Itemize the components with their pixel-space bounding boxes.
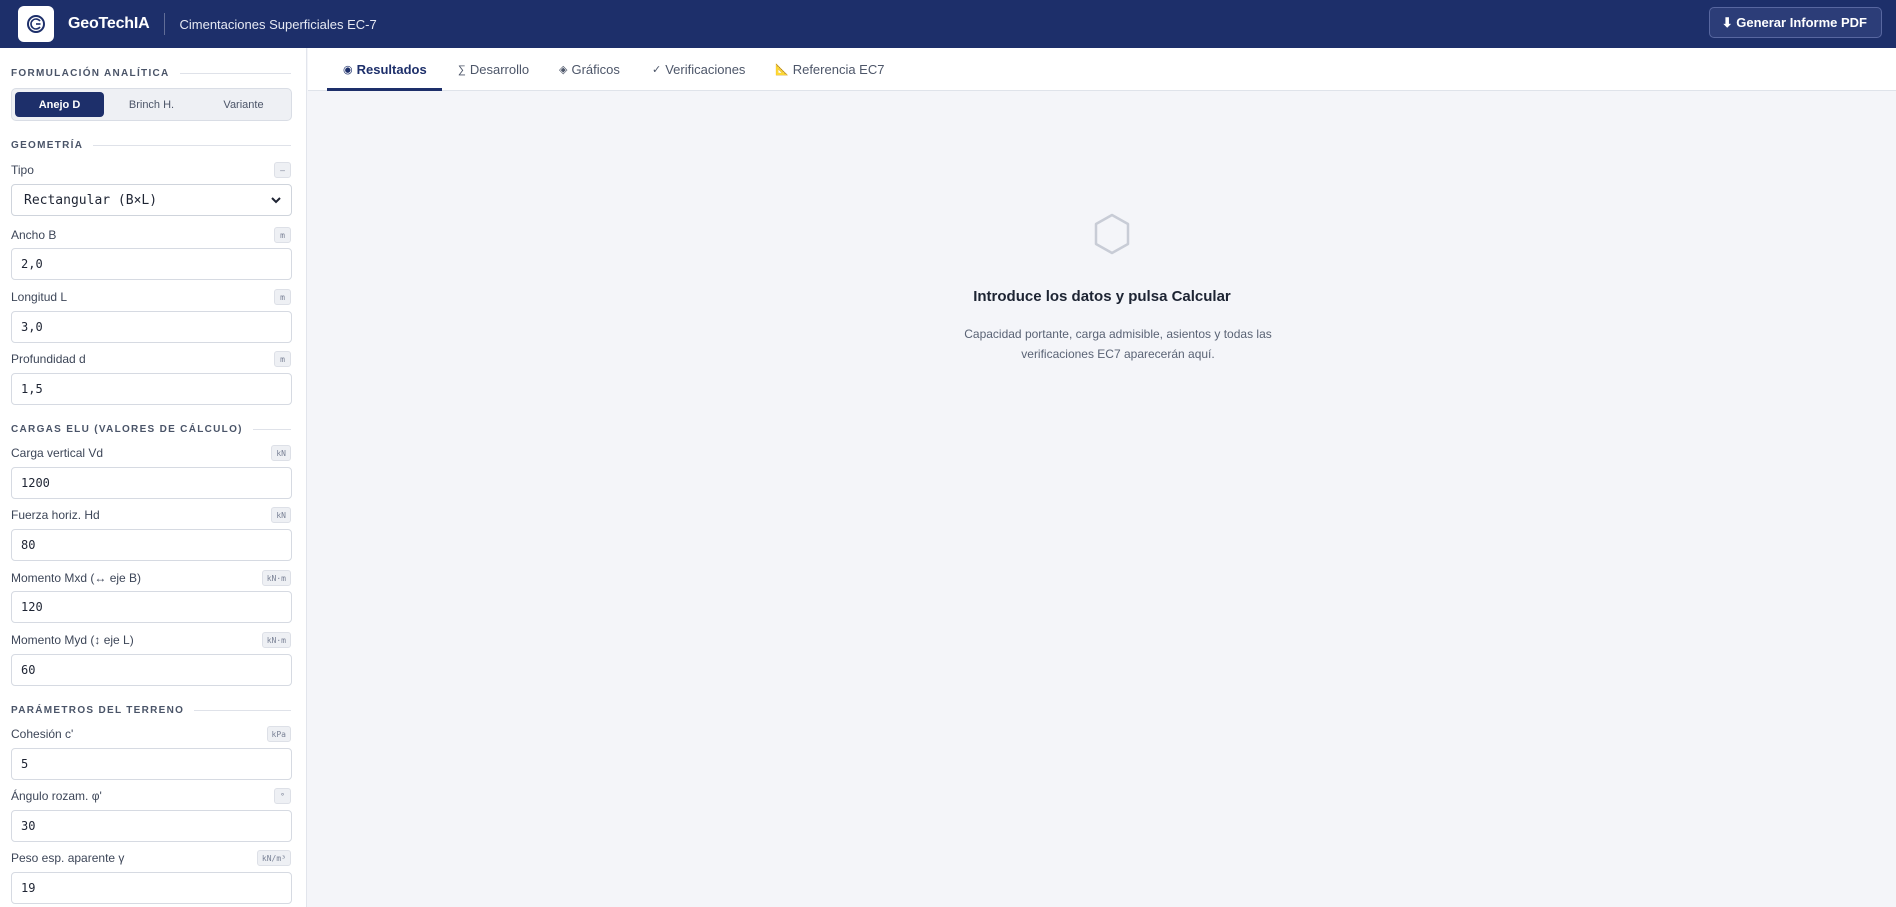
phi-label: Ángulo rozam. φ' — [11, 789, 102, 803]
gamma-label: Peso esp. aparente γ — [11, 851, 125, 865]
vd-label: Carga vertical Vd — [11, 446, 104, 460]
brand-name: GeoTechIA — [68, 15, 150, 32]
ancho-unit-badge: m — [274, 227, 291, 243]
phi-unit-badge: ° — [274, 788, 291, 804]
longitud-label: Longitud L — [11, 290, 68, 304]
tab-graficos-label: Gráficos — [571, 62, 620, 77]
longitud-input[interactable] — [11, 311, 292, 343]
profundidad-unit-badge: m — [274, 351, 291, 367]
tab-graficos[interactable]: ◈ Gráficos — [559, 48, 620, 91]
cohesion-label: Cohesión c' — [11, 727, 74, 741]
tab-verificaciones-label: Verificaciones — [665, 62, 746, 77]
myd-label: Momento Myd (↕ eje L) — [11, 633, 134, 647]
logo-icon — [27, 15, 45, 33]
cohesion-input[interactable] — [11, 748, 292, 780]
section-title-formulation: FORMULACIÓN ANALÍTICA — [11, 68, 291, 79]
formulation-selector: Anejo D Brinch H. Variante — [11, 88, 292, 121]
section-title-loads: CARGAS ELU (VALORES DE CÁLCULO) — [11, 424, 291, 435]
active-tab-indicator — [327, 88, 442, 91]
tab-referencia-label: Referencia EC7 — [792, 62, 885, 77]
empty-state-title: Introduce los datos y pulsa Calcular — [973, 288, 1231, 305]
vd-unit-badge: kN — [271, 445, 291, 461]
tab-referencia-ec7[interactable]: 📐 Referencia EC7 — [775, 48, 884, 91]
tipo-select[interactable]: Rectangular (B×L) — [11, 184, 292, 216]
ancho-label: Ancho B — [11, 228, 57, 242]
section-title-terrain: PARÁMETROS DEL TERRENO — [11, 705, 291, 716]
myd-input[interactable] — [11, 654, 292, 686]
vd-input[interactable] — [11, 467, 292, 499]
tab-desarrollo[interactable]: ∑ Desarrollo — [458, 48, 529, 91]
app-header: GeoTechIA Cimentaciones Superficiales EC… — [0, 0, 1896, 48]
longitud-unit-badge: m — [274, 289, 291, 305]
gamma-unit-badge: kN/m³ — [256, 850, 291, 866]
app-subtitle: Cimentaciones Superficiales EC-7 — [179, 16, 377, 32]
tipo-label: Tipo — [11, 163, 34, 177]
header-divider — [164, 13, 166, 35]
hd-unit-badge: kN — [271, 507, 291, 523]
tab-resultados-label: Resultados — [356, 62, 427, 77]
hd-label: Fuerza horiz. Hd — [11, 508, 100, 522]
profundidad-label: Profundidad d — [11, 352, 86, 366]
target-icon: ◉ — [343, 64, 353, 76]
check-icon: ✓ — [652, 64, 662, 76]
formulation-brinch-hansen[interactable]: Brinch H. — [107, 92, 196, 117]
formulation-anejo-d[interactable]: Anejo D — [15, 92, 104, 117]
section-title-geometry: GEOMETRÍA — [11, 140, 291, 151]
mxd-unit-badge: kN·m — [261, 570, 291, 586]
generate-pdf-button[interactable]: ⬇ Generar Informe PDF — [1708, 7, 1882, 38]
input-sidebar: FORMULACIÓN ANALÍTICA Anejo D Brinch H. … — [0, 48, 307, 907]
results-tabs: ◉ Resultados ∑ Desarrollo ◈ Gráficos ✓ V… — [308, 48, 1896, 91]
formulation-variante[interactable]: Variante — [199, 92, 288, 117]
hexagon-icon — [1094, 213, 1130, 255]
tab-resultados[interactable]: ◉ Resultados — [343, 48, 427, 91]
tab-desarrollo-label: Desarrollo — [469, 62, 530, 77]
app-logo[interactable] — [18, 6, 54, 42]
mxd-input[interactable] — [11, 591, 292, 623]
ancho-input[interactable] — [11, 248, 292, 280]
hd-input[interactable] — [11, 529, 292, 561]
tipo-unit-badge: – — [274, 162, 291, 178]
results-empty-state: Introduce los datos y pulsa Calcular Cap… — [308, 92, 1896, 907]
empty-state-description: Capacidad portante, carga admisible, asi… — [964, 327, 1272, 361]
diamond-icon: ◈ — [559, 64, 568, 76]
tab-verificaciones[interactable]: ✓ Verificaciones — [652, 48, 745, 91]
mxd-label: Momento Mxd (↔ eje B) — [11, 571, 142, 585]
cohesion-unit-badge: kPa — [266, 726, 291, 742]
myd-unit-badge: kN·m — [261, 632, 291, 648]
gamma-input[interactable] — [11, 872, 292, 904]
phi-input[interactable] — [11, 810, 292, 842]
triangle-ruler-icon: 📐 — [775, 64, 789, 76]
chevron-down-icon — [271, 197, 281, 204]
tipo-select-value: Rectangular (B×L) — [24, 192, 158, 208]
sigma-icon: ∑ — [458, 63, 466, 76]
profundidad-input[interactable] — [11, 373, 292, 405]
